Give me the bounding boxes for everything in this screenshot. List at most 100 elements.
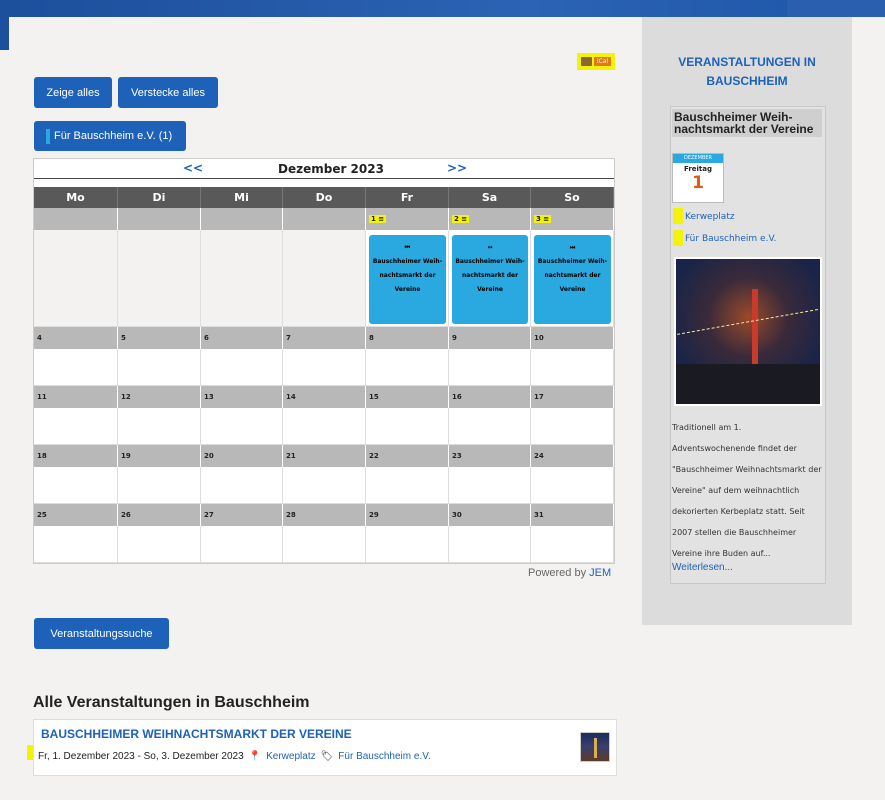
calendar-day-number: 9 bbox=[449, 327, 531, 349]
calendar-day-number: 28 bbox=[283, 504, 366, 526]
calendar-day-number bbox=[201, 208, 283, 230]
calendar-day-cell bbox=[34, 230, 118, 327]
event-thumbnail[interactable] bbox=[580, 732, 610, 762]
highlighted-day-number: 2 ≡ bbox=[452, 215, 470, 223]
sidebar-category-link[interactable]: Für Bauschheim e.V. bbox=[685, 234, 776, 244]
event-span-icon: ⏮ bbox=[404, 244, 411, 251]
photo-lights bbox=[677, 308, 820, 335]
calendar-day-cell bbox=[366, 349, 449, 386]
category-filter-label[interactable]: Für Bauschheim e.V. (1) bbox=[54, 130, 172, 142]
calendar-day-cell bbox=[283, 230, 366, 327]
jem-link[interactable]: JEM bbox=[589, 567, 611, 579]
calendar-day-number: 16 bbox=[449, 386, 531, 408]
calendar-day-cell bbox=[531, 467, 614, 504]
tag-icon: 🏷 bbox=[320, 751, 334, 762]
calendar-day-cell bbox=[201, 408, 283, 445]
calendar-day-cell bbox=[201, 467, 283, 504]
calendar-day-number: 4 bbox=[34, 327, 118, 349]
calendar-day-number bbox=[118, 208, 201, 230]
category-filter-button[interactable]: Für Bauschheim e.V. (1) bbox=[34, 121, 186, 151]
calendar-day-number: 25 bbox=[34, 504, 118, 526]
calendar-day-number: 13 bbox=[201, 386, 283, 408]
previous-month-link[interactable]: << bbox=[183, 161, 203, 175]
powered-by-prefix: Powered by bbox=[528, 567, 587, 579]
category-icon bbox=[673, 230, 683, 246]
calendar-month-title: Dezember 2023 bbox=[278, 162, 384, 176]
calendar-day-cell bbox=[283, 408, 366, 445]
calendar-day-number: 3 ≡ bbox=[531, 208, 614, 230]
calendar-event-title[interactable]: Bauschheimer Weih- nachtsmarkt der Verei… bbox=[369, 255, 446, 297]
calendar-day-cell bbox=[34, 467, 118, 504]
calendar-day-number: 1 ≡ bbox=[366, 208, 449, 230]
calendar-day-cell bbox=[118, 526, 201, 563]
calendar-event[interactable]: ↔ Bauschheimer Weih- nachtsmarkt der Vere… bbox=[452, 235, 528, 324]
calendar-day-number: 14 bbox=[283, 386, 366, 408]
sidebar-event-title[interactable]: Bauschheimer Weih- nachtsmarkt der Verei… bbox=[672, 109, 822, 137]
event-list-dates: Fr, 1. Dezember 2023 - So, 3. Dezember 2… bbox=[38, 751, 244, 762]
calendar-day-number: 29 bbox=[366, 504, 449, 526]
sidebar-event-box: Bauschheimer Weih- nachtsmarkt der Verei… bbox=[670, 106, 826, 584]
calendar-day-number: 23 bbox=[449, 445, 531, 467]
calendar-day-number: 15 bbox=[366, 386, 449, 408]
calendar-day-cell bbox=[531, 526, 614, 563]
calendar-day-cell bbox=[34, 408, 118, 445]
calendar-day-number: 18 bbox=[34, 445, 118, 467]
category-color-marker bbox=[46, 128, 50, 144]
weekday-header: So bbox=[531, 187, 614, 208]
calendar-day-cell bbox=[118, 230, 201, 327]
calendar-day-cell bbox=[118, 349, 201, 386]
weekday-header: Mi bbox=[201, 187, 283, 208]
calendar-day-number: 26 bbox=[118, 504, 201, 526]
hide-all-button[interactable]: Verstecke alles bbox=[118, 77, 218, 108]
calendar-day-cell bbox=[366, 467, 449, 504]
calendar-day-cell bbox=[366, 408, 449, 445]
calendar-day-cell bbox=[449, 408, 531, 445]
calendar-day-number: 30 bbox=[449, 504, 531, 526]
calendar-event-title[interactable]: Bauschheimer Weih- nachtsmarkt der Verei… bbox=[452, 255, 528, 297]
event-list-title-link[interactable]: BAUSCHHEIMER WEIHNACHTSMARKT DER VEREINE bbox=[41, 727, 352, 741]
calendar-event-title[interactable]: Bauschheimer Weih- nachtsmarkt der Verei… bbox=[534, 255, 611, 297]
ical-export-button[interactable]: iCal bbox=[577, 53, 615, 70]
powered-by-text: Powered by JEM bbox=[528, 567, 611, 579]
calendar-day-cell bbox=[118, 467, 201, 504]
calendar-day-number: 8 bbox=[366, 327, 449, 349]
calendar-day-number: 24 bbox=[531, 445, 614, 467]
calendar-day-cell bbox=[201, 230, 283, 327]
next-month-link[interactable]: >> bbox=[447, 161, 467, 175]
sidebar-location-link[interactable]: Kerweplatz bbox=[685, 212, 735, 222]
event-photo[interactable] bbox=[674, 257, 822, 406]
calendar-day-number: 20 bbox=[201, 445, 283, 467]
ical-badge[interactable]: iCal bbox=[593, 57, 612, 66]
location-pin-icon: 📍 bbox=[248, 751, 262, 762]
top-bar-right-segment bbox=[787, 0, 885, 17]
read-more-link[interactable]: Weiterlesen... bbox=[672, 562, 733, 573]
calendar-event[interactable]: ⏭ Bauschheimer Weih- nachtsmarkt der Vere… bbox=[534, 235, 611, 324]
location-icon bbox=[673, 208, 683, 224]
show-all-button[interactable]: Zeige alles bbox=[34, 77, 112, 108]
weekday-header: Mo bbox=[34, 187, 118, 208]
calendar-day-number: 10 bbox=[531, 327, 614, 349]
weekday-header: Di bbox=[118, 187, 201, 208]
calendar-day-number: 17 bbox=[531, 386, 614, 408]
printer-icon[interactable] bbox=[580, 57, 592, 66]
event-list-category-link[interactable]: Für Bauschheim e.V. bbox=[338, 751, 430, 762]
calendar-day-number: 11 bbox=[34, 386, 118, 408]
calendar-day-number: 7 bbox=[283, 327, 366, 349]
event-search-button[interactable]: Veranstaltungssuche bbox=[34, 618, 169, 649]
sidebar-heading: VERANSTALTUNGEN IN BAUSCHHEIM bbox=[678, 55, 816, 88]
calendar-event[interactable]: ⏮ Bauschheimer Weih- nachtsmarkt der Vere… bbox=[369, 235, 446, 324]
calendar-day-number: 31 bbox=[531, 504, 614, 526]
calendar-day-number bbox=[34, 208, 118, 230]
weekday-header: Do bbox=[283, 187, 366, 208]
calendar-day-number: 19 bbox=[118, 445, 201, 467]
event-span-icon: ⏭ bbox=[569, 244, 576, 251]
photo-crowd bbox=[676, 364, 820, 404]
calendar-date-icon: DEZEMBER Freitag 1 bbox=[672, 153, 724, 203]
calendar-day-cell bbox=[201, 349, 283, 386]
highlighted-day-number: 1 ≡ bbox=[369, 215, 387, 223]
highlight-marker bbox=[27, 745, 33, 760]
event-list-location-link[interactable]: Kerweplatz bbox=[266, 751, 315, 762]
sidebar-event-description: Traditionell am 1. Adventswochenende fin… bbox=[672, 423, 822, 558]
calendar-day-cell bbox=[201, 526, 283, 563]
calendar-header: << Dezember 2023 >> bbox=[34, 159, 614, 179]
